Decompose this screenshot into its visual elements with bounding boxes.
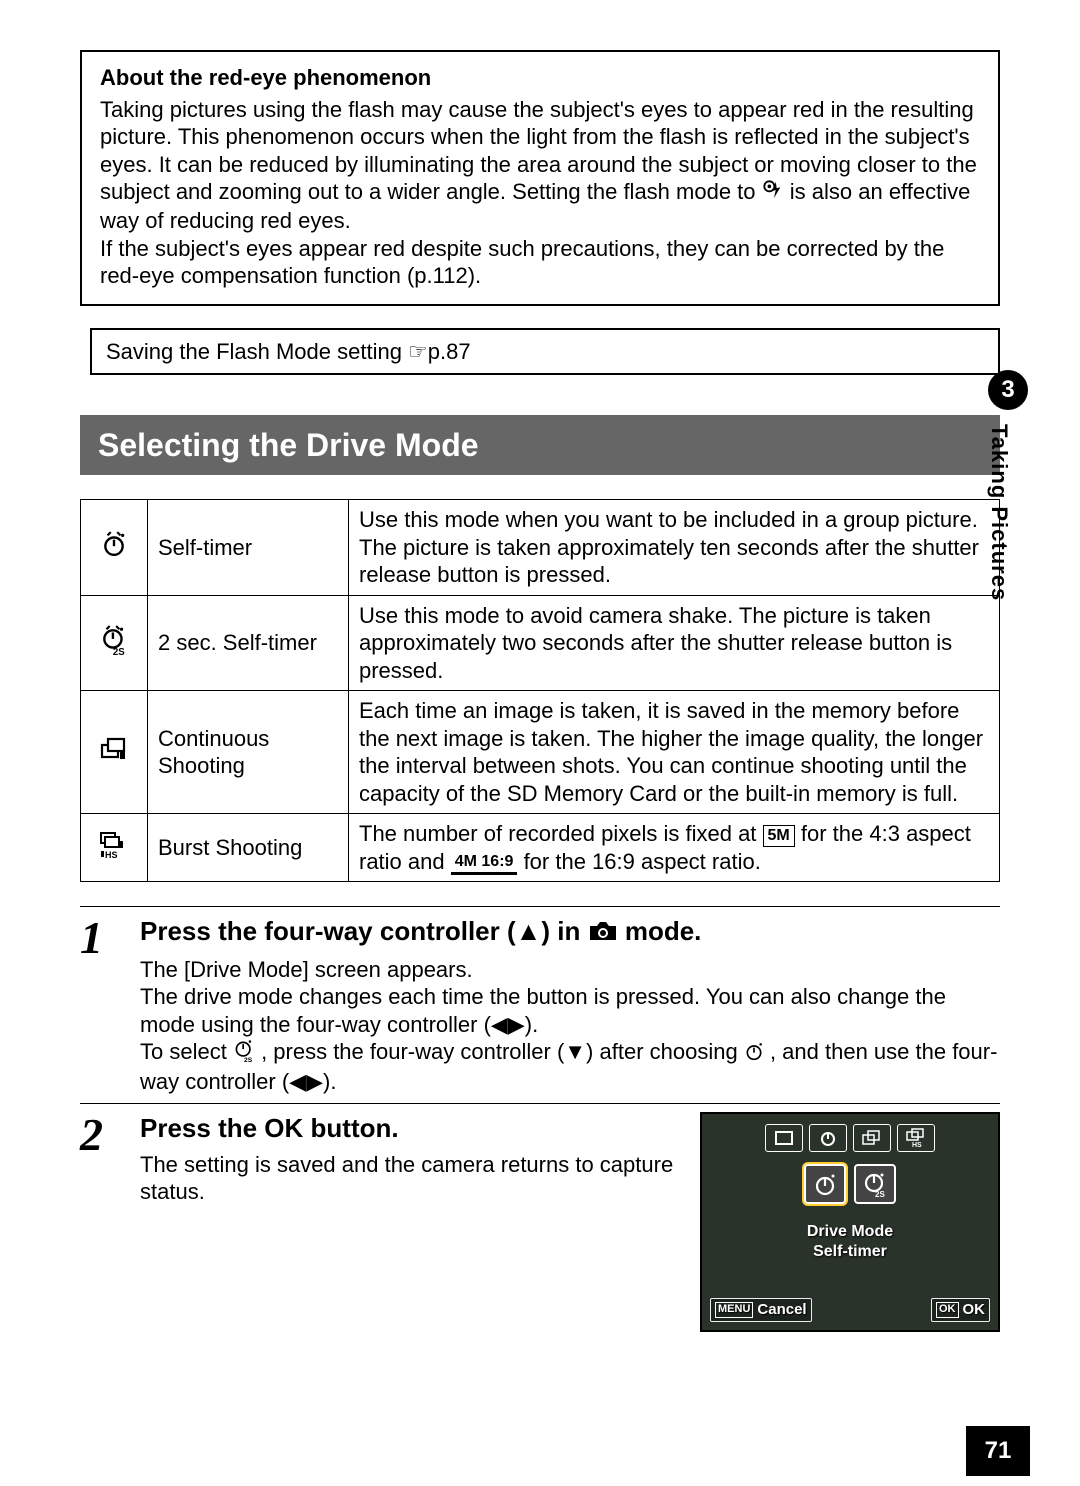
step-title: Press the OK button. — [140, 1112, 680, 1145]
mode-desc: Use this mode when you want to be includ… — [349, 500, 1000, 596]
redeye-flash-icon — [762, 179, 784, 208]
burst-shooting-icon: HS — [81, 814, 148, 882]
pixel-5m-badge: 5M — [763, 825, 795, 847]
page-number: 71 — [966, 1426, 1030, 1476]
mode-name: Continuous Shooting — [148, 691, 349, 814]
content: About the red-eye phenomenon Taking pict… — [50, 10, 1030, 1332]
step-text: To select 2S , press the four-way contro… — [140, 1038, 1000, 1095]
svg-text:HS: HS — [912, 1142, 922, 1149]
table-row: Self-timer Use this mode when you want t… — [81, 500, 1000, 596]
step-title: Press the four-way controller (▲) in mod… — [140, 915, 1000, 949]
table-row: 2S 2 sec. Self-timer Use this mode to av… — [81, 595, 1000, 691]
lcd-selected-icons: 2S — [702, 1164, 998, 1204]
step-number: 2 — [80, 1112, 140, 1332]
step-text: The drive mode changes each time the but… — [140, 983, 1000, 1038]
continuous-shooting-icon — [853, 1124, 891, 1152]
section-heading: Selecting the Drive Mode — [80, 415, 1000, 475]
side-tab: 3 Taking Pictures — [986, 370, 1030, 601]
sheet: About the red-eye phenomenon Taking pict… — [50, 10, 1030, 1476]
self-timer-2s-icon: 2S — [233, 1039, 255, 1068]
step-2: 2 Press the OK button. The setting is sa… — [80, 1103, 1000, 1332]
lcd-illustration: HS 2S Drive Mode Self-timer — [700, 1112, 1000, 1332]
ok-label: OK OK — [931, 1298, 990, 1323]
self-timer-icon — [809, 1124, 847, 1152]
drive-mode-table: Self-timer Use this mode when you want t… — [80, 499, 1000, 882]
mode-name: 2 sec. Self-timer — [148, 595, 349, 691]
standard-icon — [765, 1124, 803, 1152]
table-row: HS Burst Shooting The number of recorded… — [81, 814, 1000, 882]
self-timer-icon-selected — [804, 1164, 846, 1204]
pixel-4m-169-badge: 4M 16:9 — [451, 852, 518, 875]
svg-text:2S: 2S — [113, 647, 125, 658]
saving-reference-box: Saving the Flash Mode setting ☞p.87 — [90, 328, 1000, 376]
mode-desc: Each time an image is taken, it is saved… — [349, 691, 1000, 814]
step-body: Press the four-way controller (▲) in mod… — [140, 915, 1000, 1095]
svg-text:HS: HS — [105, 850, 118, 860]
camera-icon — [588, 917, 618, 950]
burst-shooting-icon: HS — [897, 1124, 935, 1152]
mode-name: Self-timer — [148, 500, 349, 596]
box-text: Taking pictures using the flash may caus… — [100, 96, 980, 290]
step-body: Press the OK button. The setting is save… — [140, 1112, 1000, 1332]
step-1: 1 Press the four-way controller (▲) in m… — [80, 906, 1000, 1095]
step-number: 1 — [80, 915, 140, 1095]
mode-name: Burst Shooting — [148, 814, 349, 882]
mode-desc: Use this mode to avoid camera shake. The… — [349, 595, 1000, 691]
step-text: The [Drive Mode] screen appears. — [140, 956, 1000, 984]
self-timer-icon — [81, 500, 148, 596]
self-timer-icon — [744, 1040, 764, 1068]
self-timer-2s-icon: 2S — [854, 1164, 896, 1204]
box-title: About the red-eye phenomenon — [100, 64, 980, 92]
manual-page: About the red-eye phenomenon Taking pict… — [0, 0, 1080, 1486]
menu-cancel-label: MENU Cancel — [710, 1298, 812, 1323]
lcd-top-icons: HS — [702, 1124, 998, 1152]
redeye-info-box: About the red-eye phenomenon Taking pict… — [80, 50, 1000, 306]
chapter-label: Taking Pictures — [986, 424, 1012, 601]
self-timer-2s-icon: 2S — [81, 595, 148, 691]
lcd-bottom-bar: MENU Cancel OK OK — [710, 1298, 990, 1323]
mode-desc: The number of recorded pixels is fixed a… — [349, 814, 1000, 882]
svg-text:2S: 2S — [875, 1190, 885, 1199]
lcd-center-text: Drive Mode Self-timer — [702, 1222, 998, 1262]
continuous-shooting-icon — [81, 691, 148, 814]
step-text: The setting is saved and the camera retu… — [140, 1151, 680, 1206]
saving-reference-text: Saving the Flash Mode setting ☞p.87 — [106, 339, 471, 364]
table-row: Continuous Shooting Each time an image i… — [81, 691, 1000, 814]
chapter-number-circle: 3 — [988, 370, 1028, 410]
svg-text:2S: 2S — [244, 1057, 253, 1064]
